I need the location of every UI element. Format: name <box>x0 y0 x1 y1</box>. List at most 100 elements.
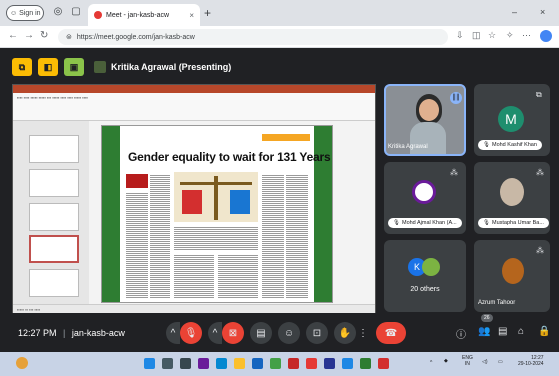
tab-search-icon[interactable]: ▢ <box>70 6 82 18</box>
newspaper-page: Gender equality to wait for 131 Years <box>122 128 331 302</box>
slide-left-band <box>102 126 120 302</box>
tray-chevron-icon[interactable]: ^ <box>430 360 432 366</box>
language-indicator[interactable]: ENG IN <box>462 355 473 367</box>
slide-headline: Gender equality to wait for 131 Years <box>128 150 331 164</box>
url-text: https://meet.google.com/jan-kasb-acw <box>76 33 195 41</box>
profile-avatar[interactable] <box>540 30 552 42</box>
mic-off-icon: ⁂ <box>536 246 544 255</box>
app-icon[interactable] <box>324 358 335 369</box>
clock[interactable]: 12:27 29-10-2024 <box>518 355 544 367</box>
tab-groups-icon[interactable]: ◎ <box>52 6 64 18</box>
powerpoint-icon[interactable] <box>288 358 299 369</box>
video-tile-mohd-ajmal[interactable]: ⁂ 🎙 Mohd Ajmal Khan (A... <box>384 162 466 234</box>
video-tile-mohd-kashif[interactable]: M ⧉ 🎙 Mohd Kashif Khan <box>474 84 550 156</box>
tab-close-icon[interactable]: × <box>189 11 194 20</box>
more-options-icon[interactable]: ⋮ <box>356 322 370 344</box>
participant-name: Azrum Tahoor <box>478 300 516 306</box>
app-icon[interactable] <box>342 358 353 369</box>
mic-off-icon: ⁂ <box>536 168 544 177</box>
reload-icon[interactable]: ↻ <box>40 30 48 41</box>
back-icon[interactable]: ← <box>8 30 18 41</box>
sign-in-label: Sign in <box>19 9 41 17</box>
avatar: M <box>498 106 524 132</box>
slide-thumbnail[interactable] <box>29 135 79 163</box>
window-minimize-button[interactable]: – <box>512 7 517 17</box>
captions-button[interactable]: ▤ <box>250 322 272 344</box>
text-column <box>126 192 148 298</box>
female-symbol <box>182 190 202 214</box>
browser-tab-bar <box>0 0 559 26</box>
layout-button-1[interactable]: ⧉ <box>12 58 32 76</box>
slide-thumbnail-selected[interactable] <box>29 235 79 263</box>
app-icon[interactable] <box>360 358 371 369</box>
text-column <box>150 174 170 298</box>
emoji-button[interactable]: ☺ <box>278 322 300 344</box>
avatar <box>502 258 524 284</box>
chrome-icon[interactable] <box>270 358 281 369</box>
video-tile-others[interactable]: K 20 others <box>384 240 466 312</box>
sign-in-button[interactable]: ☺ Sign in <box>6 5 44 21</box>
edge-icon[interactable] <box>216 358 227 369</box>
raise-hand-button[interactable]: ✋ <box>334 322 356 344</box>
mic-off-icon: 🎙 <box>483 142 490 148</box>
camera-permission-icon[interactable]: ◫ <box>472 30 481 41</box>
mic-off-button[interactable]: 🎙 <box>180 322 202 344</box>
presenter-label: Kritika Agrawal (Presenting) <box>94 61 231 73</box>
layout-button-2[interactable]: ◧ <box>38 58 58 76</box>
new-tab-button[interactable]: + <box>204 6 211 20</box>
clock-date: 29-10-2024 <box>518 361 544 367</box>
leave-call-button[interactable]: ☎ <box>376 322 406 344</box>
presenter-name: Kritika Agrawal (Presenting) <box>111 62 232 72</box>
chat-icon[interactable]: ▤ <box>498 326 507 337</box>
meeting-separator: | <box>63 328 66 338</box>
avatar <box>412 180 436 204</box>
pin-icon[interactable]: ⧉ <box>536 90 542 100</box>
present-button[interactable]: ⊡ <box>306 322 328 344</box>
word-icon[interactable] <box>252 358 263 369</box>
video-tile-mustapha[interactable]: ⁂ 🎙 Mustapha Umar Ba... <box>474 162 550 234</box>
volume-icon[interactable]: ◁) <box>482 359 488 365</box>
meeting-details-icon[interactable]: ⓘ <box>456 326 466 341</box>
download-icon[interactable]: ⇩ <box>456 30 464 41</box>
slide-thumbnail[interactable] <box>29 203 79 231</box>
profile-icon: ☺ <box>10 9 18 17</box>
app-icon[interactable] <box>306 358 317 369</box>
slide-thumbnail[interactable] <box>29 269 79 297</box>
avatar <box>422 258 440 276</box>
current-slide: Gender equality to wait for 131 Years <box>101 125 333 303</box>
battery-icon[interactable]: ▭ <box>498 359 503 365</box>
menu-dots-icon[interactable]: ⋯ <box>522 30 531 41</box>
ppt-ribbon-tabs: ▪▪▪▪ ▪▪▪▪ ▪▪▪▪▪ ▪▪▪▪▪ ▪▪▪ ▪▪▪▪▪ ▪▪▪▪ ▪▪▪… <box>17 95 88 100</box>
participant-name: Mohd Kashif Khan <box>491 142 537 148</box>
task-view-icon[interactable] <box>180 358 191 369</box>
app-icon[interactable] <box>378 358 389 369</box>
browser-tab-meet[interactable]: Meet - jan-kasb-acw × <box>88 4 200 26</box>
video-tile-kritika[interactable]: ∥∥ Kritika Agrawal <box>384 84 466 156</box>
speaking-indicator-icon: ∥∥ <box>450 92 462 104</box>
url-field[interactable]: ⊜ https://meet.google.com/jan-kasb-acw <box>58 29 448 45</box>
bookmark-star-icon[interactable]: ☆ <box>488 30 496 41</box>
layout-button-3[interactable]: ▣ <box>64 58 84 76</box>
weather-icon[interactable] <box>16 357 28 369</box>
site-info-icon[interactable]: ⊜ <box>66 33 72 41</box>
video-tile-azrum[interactable]: ⁂ Azrum Tahoor <box>474 240 550 312</box>
newspaper-tag <box>262 134 310 141</box>
host-controls-icon[interactable]: 🔒 <box>538 326 550 337</box>
participant-name-pill: 🎙 Mohd Kashif Khan <box>478 140 542 150</box>
people-icon[interactable]: 👥 <box>478 326 490 337</box>
teams-icon[interactable] <box>198 358 209 369</box>
search-icon[interactable] <box>162 358 173 369</box>
wifi-icon[interactable]: ◆ <box>444 358 448 364</box>
slide-thumbnail[interactable] <box>29 169 79 197</box>
extensions-icon[interactable]: ✧ <box>506 30 514 41</box>
avatar <box>500 178 524 206</box>
meeting-info: 12:27 PM | jan-kasb-acw <box>18 328 125 338</box>
camera-off-button[interactable]: ⊠ <box>222 322 244 344</box>
forward-icon[interactable]: → <box>24 30 34 41</box>
activities-icon[interactable]: ⌂ <box>518 326 524 337</box>
file-explorer-icon[interactable] <box>234 358 245 369</box>
participant-name: Mustapha Umar Ba... <box>491 220 544 226</box>
window-close-button[interactable]: × <box>540 7 545 17</box>
start-icon[interactable] <box>144 358 155 369</box>
language-bottom: IN <box>464 361 470 367</box>
